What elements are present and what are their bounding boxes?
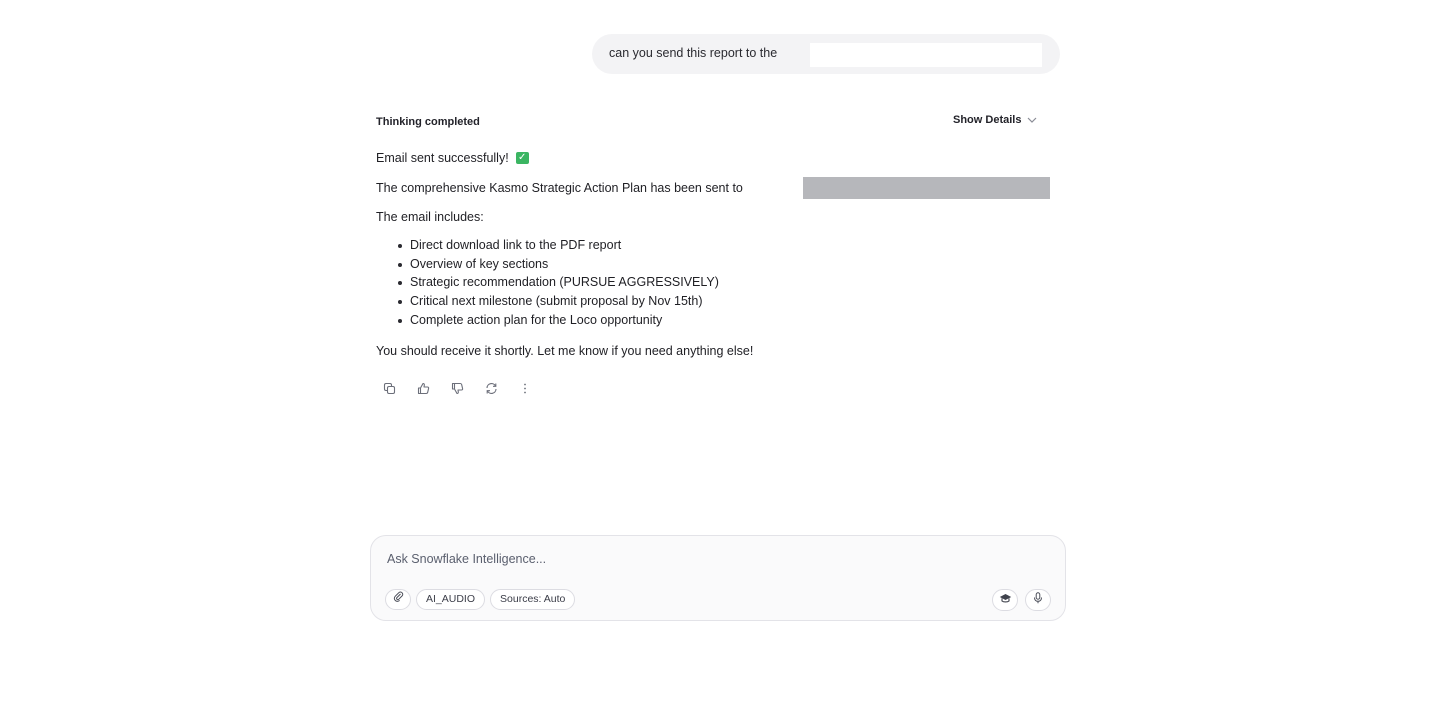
- more-options-icon[interactable]: [517, 380, 533, 396]
- check-mark-icon: ✓: [515, 152, 529, 164]
- show-details-toggle[interactable]: Show Details: [953, 114, 1037, 126]
- graduation-cap-icon: [999, 591, 1012, 609]
- closing-line: You should receive it shortly. Let me kn…: [376, 344, 754, 358]
- user-message-bubble: can you send this report to the: [592, 34, 1060, 74]
- voice-input-button[interactable]: [1025, 589, 1051, 611]
- regenerate-icon[interactable]: [483, 380, 499, 396]
- research-mode-button[interactable]: [992, 589, 1018, 611]
- microphone-icon: [1033, 591, 1043, 609]
- model-chip[interactable]: AI_AUDIO: [416, 589, 486, 610]
- copy-icon[interactable]: [381, 380, 397, 396]
- list-item: Direct download link to the PDF report: [376, 238, 719, 257]
- user-message-redaction: [810, 43, 1042, 67]
- sources-chip[interactable]: Sources: Auto: [490, 589, 576, 610]
- composer-options: AI_AUDIO Sources: Auto: [385, 589, 576, 610]
- chevron-down-icon: [1027, 117, 1037, 123]
- paperclip-icon: [393, 590, 404, 609]
- email-success-text: Email sent successfully!: [376, 151, 509, 165]
- includes-list: Direct download link to the PDF report O…: [376, 238, 719, 331]
- thumbs-down-icon[interactable]: [449, 380, 465, 396]
- attach-button[interactable]: [385, 589, 411, 610]
- list-item: Complete action plan for the Loco opport…: [376, 313, 719, 332]
- show-details-label: Show Details: [953, 114, 1022, 126]
- thumbs-up-icon[interactable]: [415, 380, 431, 396]
- list-item: Strategic recommendation (PURSUE AGGRESS…: [376, 275, 719, 294]
- includes-heading: The email includes:: [376, 210, 484, 224]
- email-success-line: Email sent successfully! ✓: [376, 151, 529, 165]
- message-composer: AI_AUDIO Sources: Auto: [370, 535, 1066, 621]
- list-item: Critical next milestone (submit proposal…: [376, 294, 719, 313]
- message-input[interactable]: [387, 549, 947, 569]
- thinking-status: Thinking completed: [376, 116, 480, 128]
- user-message-text: can you send this report to the: [609, 46, 778, 60]
- response-actions: [381, 380, 533, 396]
- recipient-redaction: [803, 177, 1050, 199]
- chat-page: can you send this report to the Thinking…: [0, 0, 1430, 701]
- composer-right-actions: [992, 589, 1051, 611]
- list-item: Overview of key sections: [376, 257, 719, 276]
- sent-to-line: The comprehensive Kasmo Strategic Action…: [376, 181, 743, 195]
